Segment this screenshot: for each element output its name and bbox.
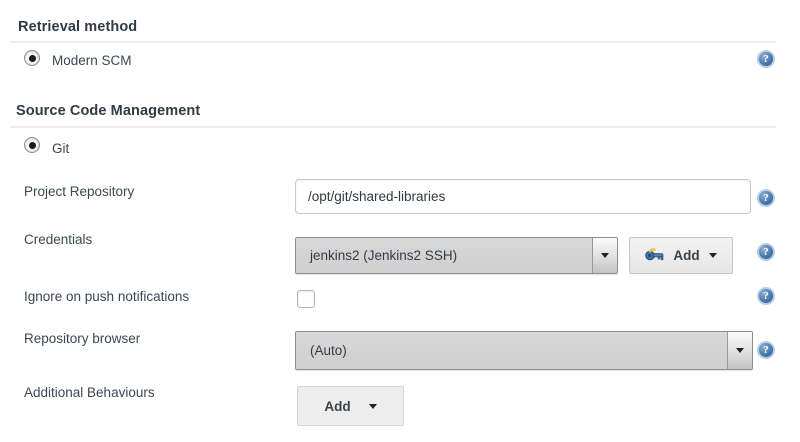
- help-icon[interactable]: ?: [757, 50, 775, 68]
- git-radio[interactable]: [24, 137, 40, 153]
- help-icon[interactable]: ?: [757, 189, 775, 207]
- project-repository-label: Project Repository: [24, 184, 134, 199]
- modern-scm-radio-label[interactable]: Modern SCM: [52, 53, 132, 68]
- add-credentials-button[interactable]: Add: [629, 237, 733, 274]
- additional-behaviours-label: Additional Behaviours: [24, 385, 155, 400]
- credentials-selected-option: jenkins2 (Jenkins2 SSH): [296, 238, 592, 273]
- chevron-down-icon[interactable]: [727, 332, 752, 369]
- section-divider: [10, 126, 776, 128]
- scm-heading: Source Code Management: [16, 103, 200, 119]
- repository-browser-selected-option: (Auto): [296, 332, 727, 369]
- add-behaviour-button-label: Add: [324, 399, 350, 414]
- chevron-down-icon[interactable]: [592, 238, 617, 273]
- project-repository-input[interactable]: [295, 179, 751, 214]
- credentials-label: Credentials: [24, 232, 92, 247]
- add-credentials-button-label: Add: [673, 248, 699, 263]
- section-divider: [10, 41, 776, 43]
- help-icon[interactable]: ?: [757, 341, 775, 359]
- scm-config-page: Retrieval method Modern SCM ? Source Cod…: [0, 0, 800, 442]
- git-radio-label[interactable]: Git: [52, 141, 69, 156]
- retrieval-method-heading: Retrieval method: [18, 19, 137, 35]
- credentials-select[interactable]: jenkins2 (Jenkins2 SSH): [295, 237, 618, 274]
- caret-down-icon: [369, 404, 377, 409]
- ignore-push-checkbox[interactable]: [297, 290, 315, 308]
- modern-scm-radio[interactable]: [24, 50, 40, 66]
- repository-browser-select[interactable]: (Auto): [295, 331, 753, 370]
- add-behaviour-button[interactable]: Add: [297, 386, 404, 426]
- ignore-push-label: Ignore on push notifications: [24, 289, 189, 304]
- help-icon[interactable]: ?: [757, 243, 775, 261]
- repository-browser-label: Repository browser: [24, 331, 140, 346]
- help-icon[interactable]: ?: [757, 287, 775, 305]
- key-icon: [645, 248, 664, 264]
- caret-down-icon: [709, 253, 717, 258]
